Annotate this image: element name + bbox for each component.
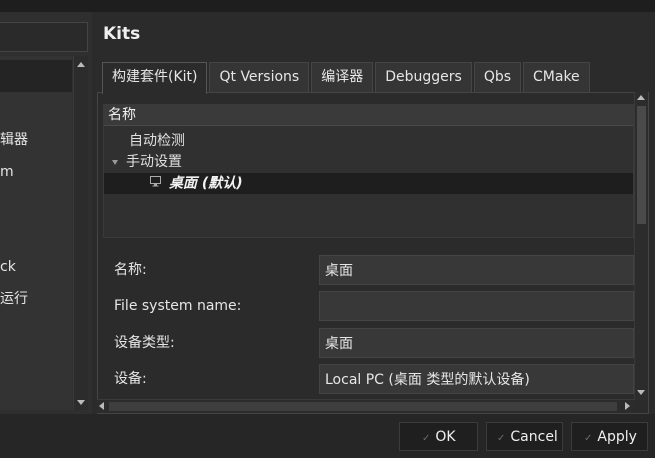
tree-item-manual[interactable]: 手动设置 [104, 152, 633, 173]
tab-bar: 构建套件(Kit) Qt Versions 编译器 Debuggers Qbs … [102, 62, 592, 94]
check-icon: ✓ [584, 433, 593, 444]
scroll-thumb[interactable] [109, 402, 617, 411]
form-scrollbar[interactable] [634, 238, 648, 400]
device-type-select[interactable]: 桌面 [319, 328, 634, 358]
tree-scrollbar[interactable] [634, 92, 648, 238]
category-list[interactable]: 辑器 m ck 运行 [0, 56, 72, 410]
check-icon: ✓ [497, 433, 506, 444]
tree-item-label: 自动检测 [129, 133, 185, 149]
tab-kits[interactable]: 构建套件(Kit) [102, 62, 208, 94]
category-scrollbar[interactable] [73, 56, 88, 410]
filter-input[interactable] [0, 22, 88, 52]
window-top-strip [0, 0, 655, 12]
category-item-debug[interactable]: ck [0, 256, 16, 278]
tab-cmake[interactable]: CMake [523, 62, 590, 92]
scroll-thumb[interactable] [637, 106, 646, 224]
file-system-name-input[interactable] [319, 291, 634, 321]
category-item-selected[interactable] [0, 60, 72, 92]
tab-debuggers[interactable]: Debuggers [375, 62, 472, 92]
category-item-system[interactable]: m [0, 161, 14, 183]
scroll-left-icon[interactable] [99, 402, 104, 410]
file-system-name-label: File system name: [114, 298, 242, 314]
scroll-down-icon[interactable] [637, 390, 645, 395]
tree-header-name[interactable]: 名称 [104, 105, 633, 126]
category-item-run[interactable]: 运行 [0, 288, 28, 310]
tab-qt-versions[interactable]: Qt Versions [209, 62, 310, 92]
cancel-button[interactable]: ✓ Cancel [486, 422, 563, 451]
ok-button-label: OK [435, 429, 456, 445]
scroll-down-icon[interactable] [77, 400, 85, 405]
name-input[interactable]: 桌面 [319, 255, 634, 285]
category-item-editor[interactable]: 辑器 [0, 129, 28, 151]
apply-button-label: Apply [597, 429, 637, 445]
kit-tree[interactable]: 名称 自动检测 手动设置 桌面 (默认) [103, 104, 634, 238]
device-select[interactable]: Local PC (桌面 类型的默认设备) [319, 364, 634, 394]
apply-button[interactable]: ✓ Apply [571, 422, 648, 451]
horizontal-scrollbar[interactable] [97, 399, 634, 413]
ok-button[interactable]: ✓ OK [399, 422, 478, 451]
device-label: 设备: [114, 371, 147, 387]
tree-item-auto-detected[interactable]: 自动检测 [104, 131, 633, 152]
triangle-down-icon[interactable] [112, 159, 118, 165]
tab-qbs[interactable]: Qbs [473, 62, 522, 92]
device-type-label: 设备类型: [114, 335, 175, 351]
scroll-up-icon[interactable] [637, 95, 645, 100]
name-label: 名称: [114, 262, 147, 278]
monitor-icon [150, 173, 161, 194]
tree-item-label: 桌面 (默认) [169, 175, 243, 192]
check-icon: ✓ [422, 433, 431, 444]
page-title: Kits [103, 24, 141, 44]
cancel-button-label: Cancel [510, 429, 558, 445]
scroll-up-icon[interactable] [77, 62, 85, 67]
scroll-right-icon[interactable] [625, 402, 630, 410]
tree-item-label: 手动设置 [126, 154, 182, 170]
tab-compilers[interactable]: 编译器 [311, 62, 374, 92]
tree-item-desktop-kit[interactable]: 桌面 (默认) [104, 173, 633, 194]
